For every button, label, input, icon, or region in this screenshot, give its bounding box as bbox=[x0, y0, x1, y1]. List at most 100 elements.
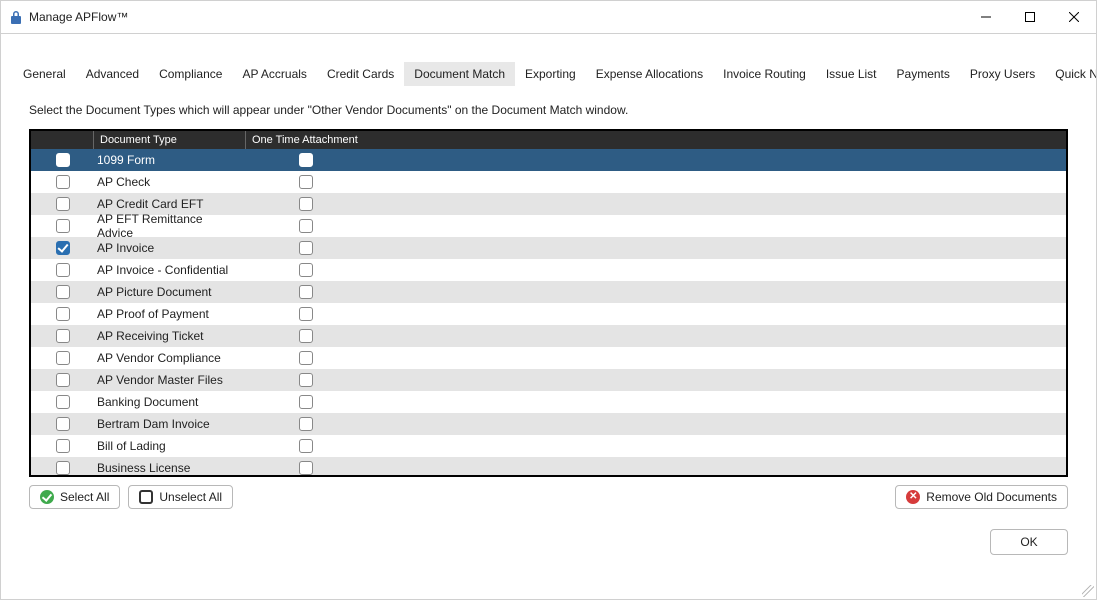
one-time-cell bbox=[245, 413, 365, 435]
row-select-cell bbox=[31, 435, 93, 457]
row-select-checkbox[interactable] bbox=[56, 285, 70, 299]
doc-type-cell: Bertram Dam Invoice bbox=[93, 413, 245, 435]
one-time-checkbox[interactable] bbox=[299, 417, 313, 431]
row-select-checkbox[interactable] bbox=[56, 197, 70, 211]
doc-type-cell: 1099 Form bbox=[93, 149, 245, 171]
tab-issue-list[interactable]: Issue List bbox=[816, 62, 887, 86]
row-select-checkbox[interactable] bbox=[56, 153, 70, 167]
table-row[interactable]: Banking Document bbox=[31, 391, 1066, 413]
tab-exporting[interactable]: Exporting bbox=[515, 62, 586, 86]
table-row[interactable]: AP Vendor Compliance bbox=[31, 347, 1066, 369]
one-time-checkbox[interactable] bbox=[299, 175, 313, 189]
window: Manage APFlow™ GeneralAdvancedCompliance… bbox=[0, 0, 1097, 600]
remove-old-button[interactable]: ✕ Remove Old Documents bbox=[895, 485, 1068, 509]
one-time-cell bbox=[245, 391, 365, 413]
one-time-cell bbox=[245, 237, 365, 259]
table-row[interactable]: Business License bbox=[31, 457, 1066, 475]
tab-expense-allocations[interactable]: Expense Allocations bbox=[586, 62, 713, 86]
tab-general[interactable]: General bbox=[13, 62, 76, 86]
one-time-checkbox[interactable] bbox=[299, 219, 313, 233]
body: GeneralAdvancedComplianceAP AccrualsCred… bbox=[1, 34, 1096, 599]
tab-payments[interactable]: Payments bbox=[887, 62, 960, 86]
row-select-checkbox[interactable] bbox=[56, 241, 70, 255]
one-time-cell bbox=[245, 215, 365, 237]
row-select-checkbox[interactable] bbox=[56, 373, 70, 387]
row-select-checkbox[interactable] bbox=[56, 417, 70, 431]
one-time-cell bbox=[245, 369, 365, 391]
table-row[interactable]: AP Picture Document bbox=[31, 281, 1066, 303]
resize-grip[interactable] bbox=[1082, 585, 1094, 597]
tab-credit-cards[interactable]: Credit Cards bbox=[317, 62, 404, 86]
table-row[interactable]: Bertram Dam Invoice bbox=[31, 413, 1066, 435]
row-select-cell bbox=[31, 457, 93, 475]
one-time-checkbox[interactable] bbox=[299, 197, 313, 211]
table-body[interactable]: 1099 FormAP CheckAP Credit Card EFTAP EF… bbox=[31, 149, 1066, 475]
table-row[interactable]: Bill of Lading bbox=[31, 435, 1066, 457]
tab-invoice-routing[interactable]: Invoice Routing bbox=[713, 62, 816, 86]
col-header-one-time[interactable]: One Time Attachment bbox=[245, 131, 365, 149]
ok-button[interactable]: OK bbox=[990, 529, 1068, 555]
one-time-cell bbox=[245, 193, 365, 215]
row-select-cell bbox=[31, 369, 93, 391]
one-time-cell bbox=[245, 149, 365, 171]
table-row[interactable]: 1099 Form bbox=[31, 149, 1066, 171]
tab-bar: GeneralAdvancedComplianceAP AccrualsCred… bbox=[1, 62, 1096, 87]
doc-type-cell: AP Receiving Ticket bbox=[93, 325, 245, 347]
one-time-checkbox[interactable] bbox=[299, 307, 313, 321]
one-time-checkbox[interactable] bbox=[299, 395, 313, 409]
row-select-checkbox[interactable] bbox=[56, 219, 70, 233]
row-select-checkbox[interactable] bbox=[56, 395, 70, 409]
table-row[interactable]: AP Proof of Payment bbox=[31, 303, 1066, 325]
col-header-doc-type[interactable]: Document Type bbox=[93, 131, 245, 149]
table-row[interactable]: AP Vendor Master Files bbox=[31, 369, 1066, 391]
col-header-checkbox[interactable] bbox=[31, 131, 93, 149]
row-select-checkbox[interactable] bbox=[56, 263, 70, 277]
tab-compliance[interactable]: Compliance bbox=[149, 62, 232, 86]
check-circle-icon bbox=[40, 490, 54, 504]
tab-document-match[interactable]: Document Match bbox=[404, 62, 515, 86]
doc-type-cell: AP Vendor Master Files bbox=[93, 369, 245, 391]
doc-type-cell: Bill of Lading bbox=[93, 435, 245, 457]
table-row[interactable]: AP Invoice bbox=[31, 237, 1066, 259]
row-select-checkbox[interactable] bbox=[56, 307, 70, 321]
empty-box-icon bbox=[139, 490, 153, 504]
one-time-checkbox[interactable] bbox=[299, 153, 313, 167]
one-time-checkbox[interactable] bbox=[299, 373, 313, 387]
doc-type-cell: Business License bbox=[93, 457, 245, 475]
close-button[interactable] bbox=[1052, 1, 1096, 33]
minimize-button[interactable] bbox=[964, 1, 1008, 33]
tab-proxy-users[interactable]: Proxy Users bbox=[960, 62, 1045, 86]
row-select-checkbox[interactable] bbox=[56, 439, 70, 453]
doc-type-cell: AP Invoice - Confidential bbox=[93, 259, 245, 281]
unselect-all-button[interactable]: Unselect All bbox=[128, 485, 233, 509]
row-select-checkbox[interactable] bbox=[56, 351, 70, 365]
select-all-button[interactable]: Select All bbox=[29, 485, 120, 509]
doc-types-table: Document Type One Time Attachment 1099 F… bbox=[29, 129, 1068, 477]
tab-quick-notes[interactable]: Quick Notes bbox=[1045, 62, 1096, 86]
maximize-button[interactable] bbox=[1008, 1, 1052, 33]
table-row[interactable]: AP Check bbox=[31, 171, 1066, 193]
one-time-checkbox[interactable] bbox=[299, 439, 313, 453]
row-select-cell bbox=[31, 413, 93, 435]
one-time-checkbox[interactable] bbox=[299, 351, 313, 365]
one-time-checkbox[interactable] bbox=[299, 285, 313, 299]
instructions-text: Select the Document Types which will app… bbox=[1, 87, 1096, 129]
row-select-checkbox[interactable] bbox=[56, 461, 70, 475]
select-all-label: Select All bbox=[60, 490, 109, 504]
window-title: Manage APFlow™ bbox=[29, 10, 964, 24]
table-row[interactable]: AP Invoice - Confidential bbox=[31, 259, 1066, 281]
one-time-cell bbox=[245, 259, 365, 281]
table-row[interactable]: AP EFT Remittance Advice bbox=[31, 215, 1066, 237]
row-select-cell bbox=[31, 215, 93, 237]
titlebar: Manage APFlow™ bbox=[1, 1, 1096, 34]
row-select-checkbox[interactable] bbox=[56, 175, 70, 189]
one-time-checkbox[interactable] bbox=[299, 461, 313, 475]
tab-advanced[interactable]: Advanced bbox=[76, 62, 149, 86]
one-time-checkbox[interactable] bbox=[299, 241, 313, 255]
table-row[interactable]: AP Receiving Ticket bbox=[31, 325, 1066, 347]
one-time-checkbox[interactable] bbox=[299, 263, 313, 277]
one-time-checkbox[interactable] bbox=[299, 329, 313, 343]
x-circle-icon: ✕ bbox=[906, 490, 920, 504]
tab-ap-accruals[interactable]: AP Accruals bbox=[232, 62, 316, 86]
row-select-checkbox[interactable] bbox=[56, 329, 70, 343]
